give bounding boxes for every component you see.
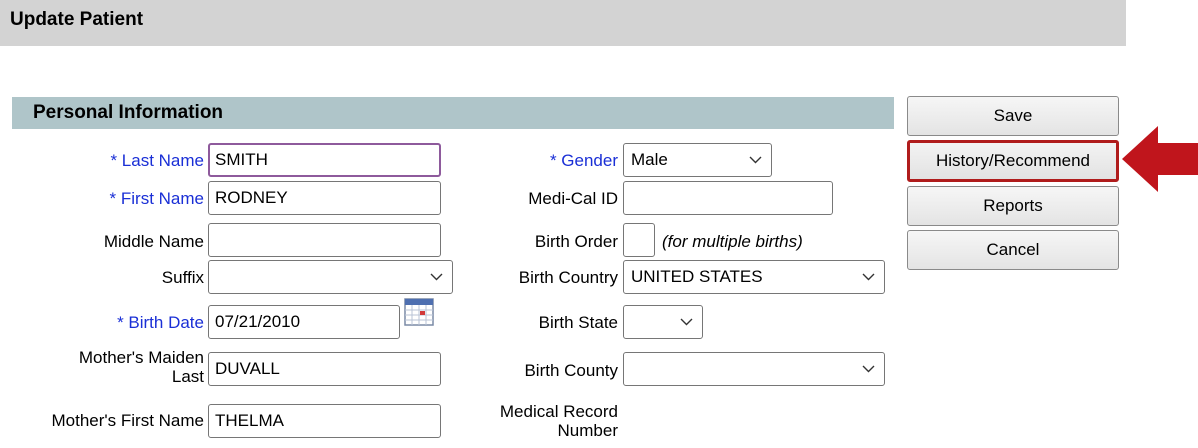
gender-value: Male	[631, 150, 668, 169]
gender-select[interactable]: Male	[623, 143, 772, 177]
chevron-down-icon	[680, 318, 693, 326]
history-recommend-button[interactable]: History/Recommend	[907, 140, 1119, 182]
mother-maiden-label: Mother's Maiden Last	[40, 348, 204, 386]
birth-county-select[interactable]	[623, 352, 885, 386]
birth-county-label: Birth County	[524, 361, 618, 380]
page-title: Update Patient	[10, 9, 144, 30]
medical-record-label-line1: Medical Record	[499, 402, 618, 421]
first-name-input[interactable]	[208, 181, 441, 215]
calendar-icon[interactable]	[404, 298, 434, 326]
birth-state-label: Birth State	[538, 313, 618, 332]
page-header: Update Patient	[0, 0, 1126, 46]
birth-country-select[interactable]: UNITED STATES	[623, 260, 885, 294]
reports-button[interactable]: Reports	[907, 186, 1119, 226]
mother-maiden-label-line1: Mother's Maiden	[78, 348, 204, 367]
mother-maiden-input[interactable]	[208, 352, 441, 386]
last-name-input[interactable]	[208, 143, 441, 177]
suffix-label: Suffix	[161, 268, 204, 287]
cancel-button[interactable]: Cancel	[907, 230, 1119, 270]
suffix-select[interactable]	[208, 260, 453, 294]
medi-cal-id-label: Medi-Cal ID	[528, 189, 618, 208]
chevron-down-icon	[749, 156, 762, 164]
chevron-down-icon	[862, 365, 875, 373]
mother-first-name-input[interactable]	[208, 404, 441, 438]
birth-country-label: Birth Country	[518, 268, 618, 287]
birth-state-select[interactable]	[623, 305, 703, 339]
birth-country-value: UNITED STATES	[631, 267, 763, 286]
birth-order-input[interactable]	[623, 223, 655, 257]
red-arrow-icon	[1122, 126, 1198, 192]
middle-name-input[interactable]	[208, 223, 441, 257]
birth-order-label: Birth Order	[534, 232, 618, 251]
chevron-down-icon	[862, 273, 875, 281]
mother-first-name-label: Mother's First Name	[51, 411, 205, 430]
birth-order-note: (for multiple births)	[662, 232, 803, 251]
section-header: Personal Information	[12, 97, 894, 129]
section-title: Personal Information	[33, 102, 224, 123]
medi-cal-id-input[interactable]	[623, 181, 833, 215]
gender-label: * Gender	[549, 151, 618, 170]
chevron-down-icon	[430, 273, 443, 281]
last-name-label: * Last Name	[110, 151, 204, 170]
medical-record-label-line2: Number	[557, 421, 618, 440]
medical-record-number-label: Medical Record Number	[440, 402, 618, 440]
save-button[interactable]: Save	[907, 96, 1119, 136]
first-name-label: * First Name	[109, 189, 204, 208]
birth-date-label: * Birth Date	[117, 313, 204, 332]
mother-maiden-label-line2: Last	[171, 367, 204, 386]
birth-date-input[interactable]	[208, 305, 400, 339]
middle-name-label: Middle Name	[103, 232, 204, 251]
